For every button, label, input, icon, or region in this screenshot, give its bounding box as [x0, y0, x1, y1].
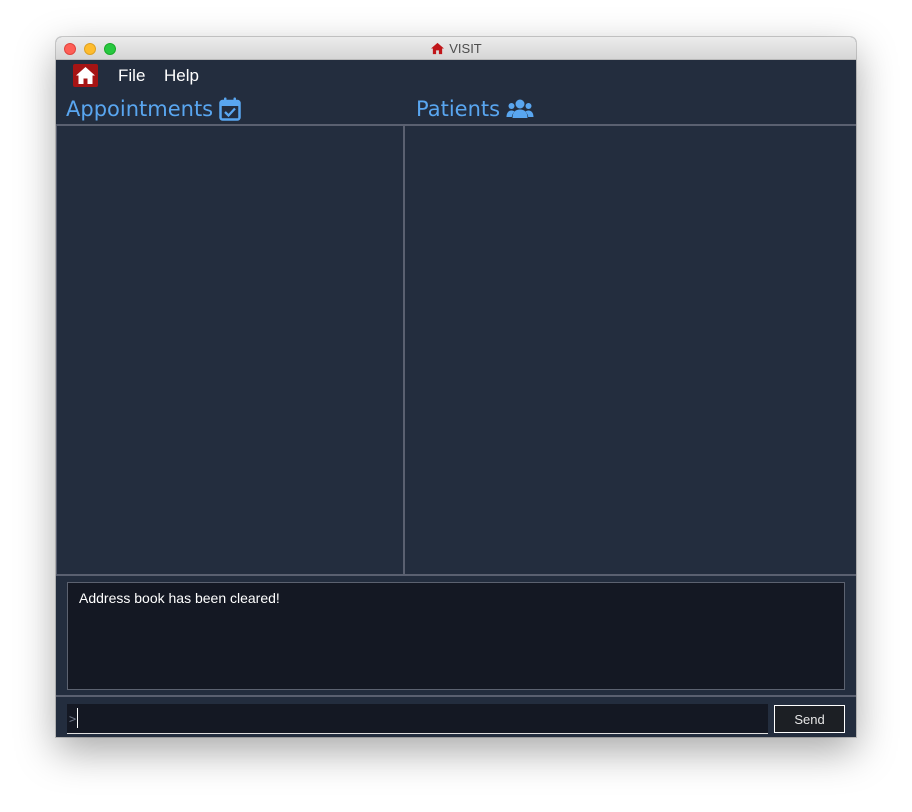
result-display-area: Address book has been cleared!	[56, 574, 856, 695]
patients-title: Patients	[416, 96, 501, 121]
app-window: VISIT File Help Appointments Patients Ad…	[56, 37, 856, 737]
list-panes	[56, 124, 856, 574]
users-icon	[506, 99, 534, 118]
menu-bar: File Help	[56, 60, 856, 92]
home-icon	[76, 67, 95, 84]
window-title-group: VISIT	[56, 37, 856, 60]
app-logo	[73, 64, 98, 87]
result-message: Address book has been cleared!	[79, 590, 280, 606]
command-box-area: > Send	[56, 695, 856, 737]
text-cursor	[77, 708, 78, 728]
home-icon	[431, 42, 445, 55]
title-bar: VISIT	[56, 37, 856, 60]
command-input[interactable]	[67, 704, 768, 734]
appointments-list[interactable]	[56, 126, 405, 574]
result-display[interactable]: Address book has been cleared!	[67, 582, 845, 690]
calendar-check-icon	[219, 97, 241, 121]
patients-header: Patients	[416, 93, 534, 124]
menu-file[interactable]: File	[118, 66, 145, 86]
command-prompt: >	[69, 712, 77, 726]
window-title: VISIT	[449, 41, 482, 56]
send-button[interactable]: Send	[774, 705, 845, 733]
menu-help[interactable]: Help	[164, 66, 199, 86]
appointments-header: Appointments	[66, 93, 241, 124]
appointments-title: Appointments	[66, 96, 214, 121]
patients-list[interactable]	[405, 126, 856, 574]
